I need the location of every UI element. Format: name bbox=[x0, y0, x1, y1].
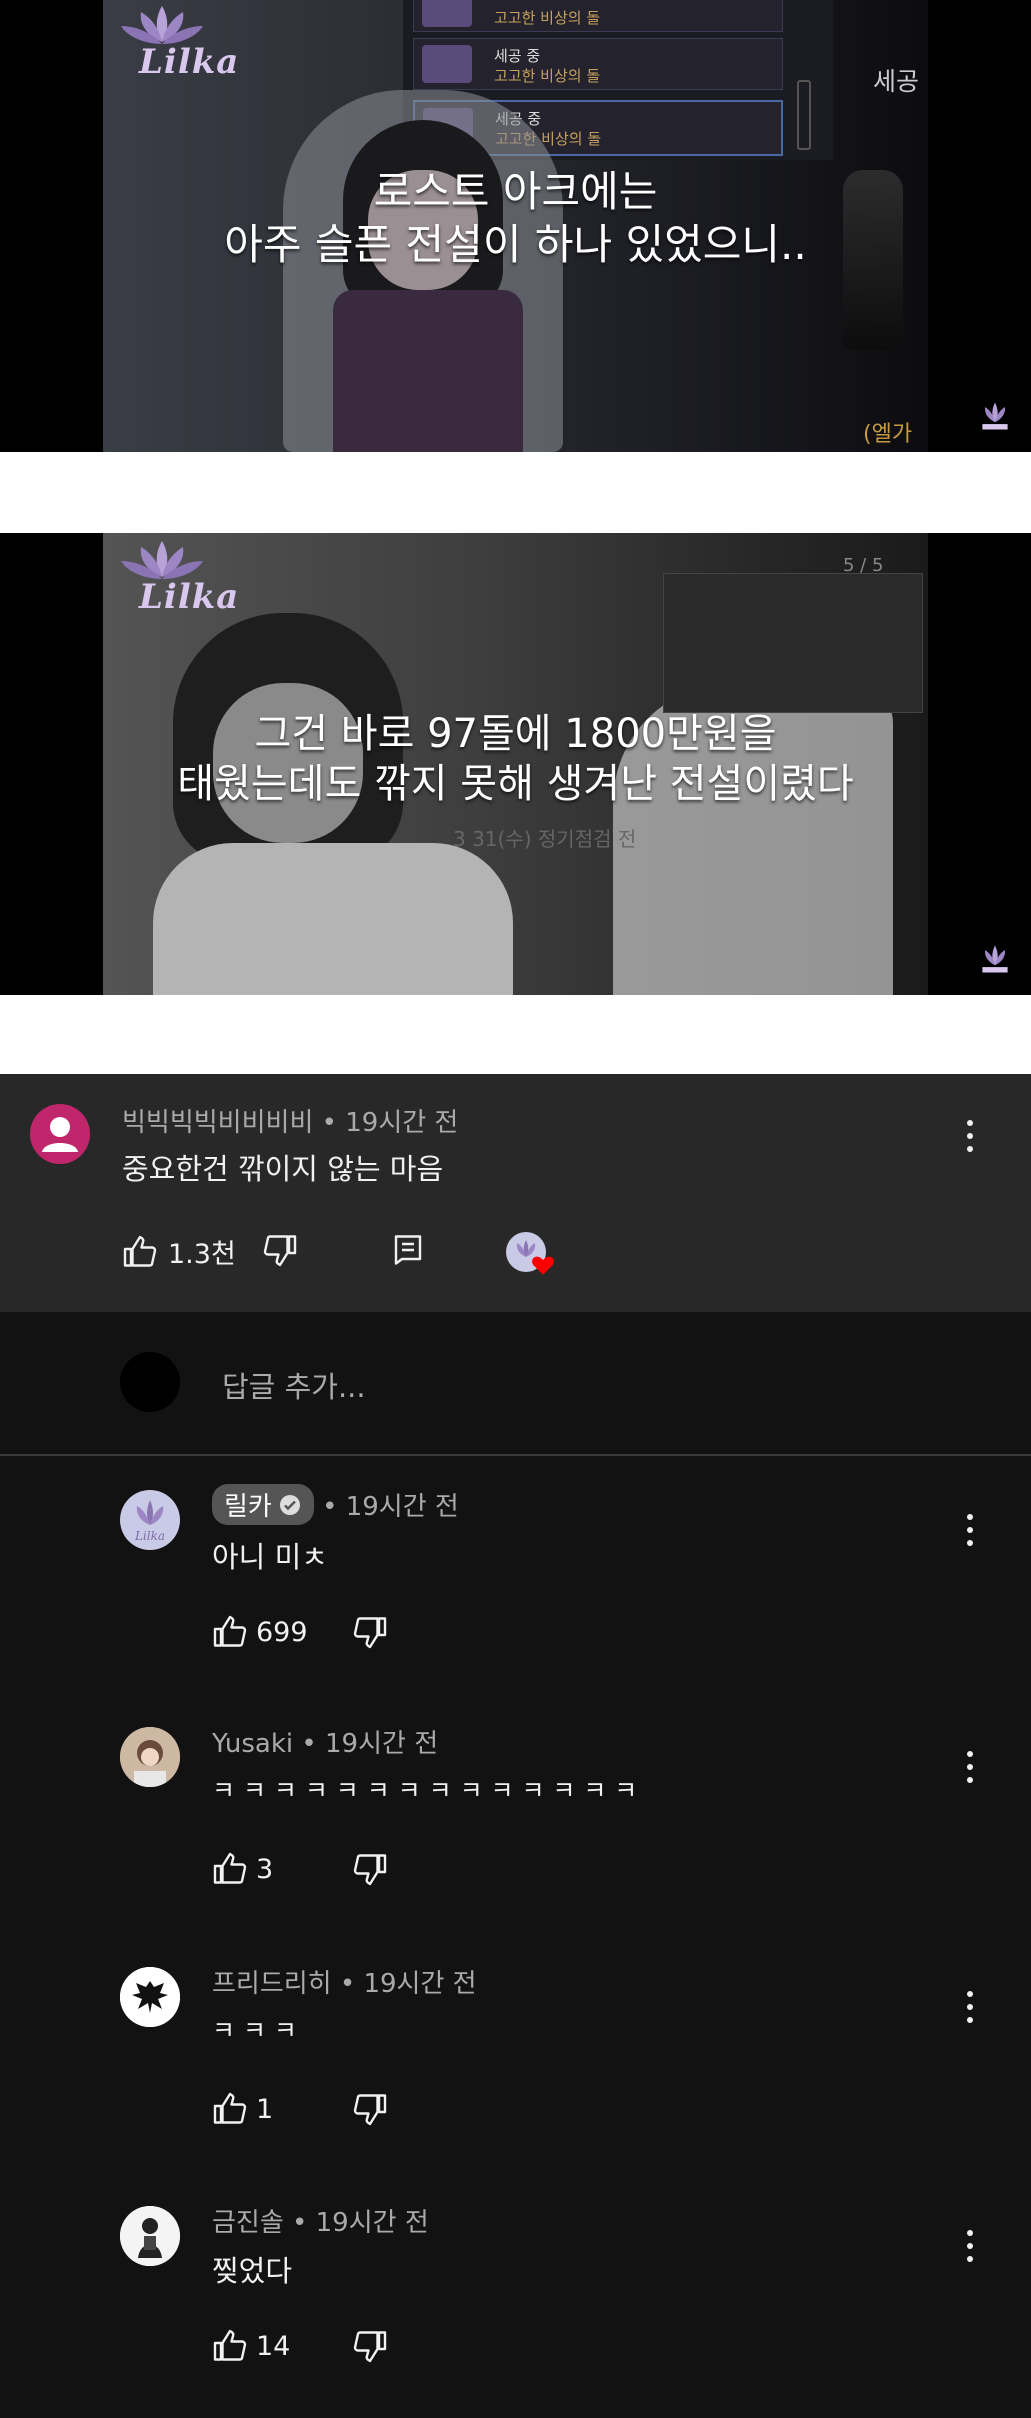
watermark-lotus-icon bbox=[982, 402, 1008, 430]
comment-time: • 19시간 전 bbox=[301, 1729, 439, 1759]
video-frame-2: 5 / 5 3 31(수) 정기점검 전 Lilka 그건 바로 97돌에 18… bbox=[0, 533, 1031, 995]
like-button[interactable]: 699 bbox=[212, 1614, 308, 1650]
like-count: 3 bbox=[256, 1853, 274, 1885]
eagle-emblem-icon bbox=[120, 1967, 180, 2027]
top-comment: 빅빅빅빅비비비비 • 19시간 전 중요한건 깎이지 않는 마음 1.3천 bbox=[0, 1074, 1031, 1312]
corner-caption: (엘가시 bbox=[863, 422, 913, 447]
more-icon[interactable] bbox=[966, 2230, 974, 2269]
like-icon bbox=[213, 2329, 247, 2361]
comment-text: 찢었다 bbox=[212, 2254, 293, 2288]
video-scene-2: 5 / 5 3 31(수) 정기점검 전 Lilka 그건 바로 97돌에 18… bbox=[103, 533, 928, 995]
reply-item: Lilka 릴카 • 19시간 전 아니 미ㅊ 699 bbox=[0, 1474, 1031, 1704]
more-icon[interactable] bbox=[966, 1751, 974, 1790]
reply-item: Yusaki • 19시간 전 ㅋ ㅋ ㅋ ㅋ ㅋ ㅋ ㅋ ㅋ ㅋ ㅋ ㅋ ㅋ … bbox=[0, 1719, 1031, 1949]
like-icon bbox=[213, 2092, 247, 2124]
like-icon bbox=[123, 1235, 157, 1267]
like-count: 1 bbox=[256, 2093, 274, 2125]
subtitle-line-2: 아주 슬픈 전설이 하나 있었으니.. bbox=[224, 219, 807, 269]
user-photo-icon bbox=[120, 2206, 180, 2266]
like-button[interactable]: 1.3천 bbox=[122, 1232, 236, 1271]
reply-input-row: 답글 추가... bbox=[0, 1312, 1031, 1456]
avatar[interactable] bbox=[120, 1967, 180, 2027]
svg-text:Lilka: Lilka bbox=[134, 1529, 165, 1543]
comment-author[interactable]: 금진솔 bbox=[212, 2208, 284, 2238]
dislike-button[interactable] bbox=[352, 2091, 388, 2127]
comment-author[interactable]: 빅빅빅빅비비비비 bbox=[122, 1108, 313, 1138]
reply-item: 금진솔 • 19시간 전 찢었다 14 bbox=[0, 2198, 1031, 2418]
like-count: 1.3천 bbox=[168, 1239, 236, 1270]
like-button[interactable]: 14 bbox=[212, 2328, 290, 2364]
reply-icon bbox=[394, 1235, 422, 1265]
lotus-icon: Lilka bbox=[134, 1500, 165, 1543]
channel-logo: Lilka bbox=[117, 537, 238, 617]
user-photo-icon bbox=[120, 1727, 180, 1787]
dislike-icon bbox=[353, 1854, 387, 1886]
like-button[interactable]: 3 bbox=[212, 1851, 273, 1887]
comment-author: 릴카 bbox=[224, 1492, 272, 1522]
subtitle-line-2: 태웠는데도 깎지 못해 생겨난 전설이렸다 bbox=[177, 761, 854, 807]
subtitle: 그건 바로 97돌에 1800만원을 태웠는데도 깎지 못해 생겨난 전설이렸다 bbox=[103, 709, 928, 809]
reply-item: 프리드리히 • 19시간 전 ㅋ ㅋ ㅋ 1 bbox=[0, 1959, 1031, 2189]
like-count: 699 bbox=[256, 1616, 308, 1648]
creator-badge[interactable]: 릴카 bbox=[212, 1484, 314, 1525]
dislike-button[interactable] bbox=[352, 1614, 388, 1650]
reply-input[interactable]: 답글 추가... bbox=[222, 1364, 366, 1406]
like-button[interactable]: 1 bbox=[212, 2091, 273, 2127]
comment-text: ㅋ ㅋ ㅋ ㅋ ㅋ ㅋ ㅋ ㅋ ㅋ ㅋ ㅋ ㅋ ㅋ ㅋ bbox=[212, 1776, 638, 1805]
comments-section: 빅빅빅빅비비비비 • 19시간 전 중요한건 깎이지 않는 마음 1.3천 답글… bbox=[0, 1074, 1031, 2418]
watermark-lotus-icon bbox=[982, 945, 1008, 973]
subtitle-line-1: 로스트 아크에는 bbox=[373, 167, 658, 216]
video-scene-1: 고고한 비상의 돌 세공 중 고고한 비상의 돌 세공 중 고고한 비상의 돌 … bbox=[103, 0, 928, 452]
streamer-figure bbox=[273, 90, 583, 452]
avatar[interactable] bbox=[120, 2206, 180, 2266]
comment-author-line: Yusaki • 19시간 전 bbox=[212, 1723, 438, 1760]
avatar[interactable] bbox=[30, 1104, 90, 1164]
dislike-icon bbox=[353, 2094, 387, 2126]
comment-author-line: 금진솔 • 19시간 전 bbox=[212, 2202, 429, 2239]
dislike-icon bbox=[263, 1235, 297, 1267]
game-item-row: 세공 중 고고한 비상의 돌 bbox=[413, 38, 783, 90]
reply-button[interactable] bbox=[390, 1232, 426, 1268]
comment-text: ㅋ ㅋ ㅋ bbox=[212, 2016, 297, 2045]
more-icon[interactable] bbox=[966, 1514, 974, 1553]
subtitle: 로스트 아크에는 아주 슬픈 전설이 하나 있었으니.. bbox=[103, 166, 928, 271]
comment-author-line: 릴카 • 19시간 전 bbox=[212, 1484, 459, 1525]
heart-icon bbox=[532, 1256, 554, 1275]
comment-author[interactable]: 프리드리히 bbox=[212, 1969, 332, 1999]
like-icon bbox=[213, 1852, 247, 1884]
more-icon[interactable] bbox=[966, 1991, 974, 2030]
avatar[interactable] bbox=[120, 1727, 180, 1787]
comment-time: • 19시간 전 bbox=[339, 1969, 477, 1999]
counter-text: 5 / 5 bbox=[843, 555, 884, 576]
video-frame-1: 고고한 비상의 돌 세공 중 고고한 비상의 돌 세공 중 고고한 비상의 돌 … bbox=[0, 0, 1031, 452]
subtitle-line-1: 그건 바로 97돌에 1800만원을 bbox=[254, 711, 777, 757]
comment-time: • 19시간 전 bbox=[322, 1492, 459, 1522]
my-avatar bbox=[120, 1352, 180, 1412]
like-count: 14 bbox=[256, 2330, 291, 2362]
channel-logo: Lilka bbox=[117, 2, 238, 82]
dislike-button[interactable] bbox=[352, 2328, 388, 2364]
person-icon bbox=[42, 1117, 78, 1152]
game-item-row: 고고한 비상의 돌 bbox=[413, 0, 783, 32]
comment-author[interactable]: Yusaki bbox=[212, 1729, 293, 1759]
game-side-label: 세공 bbox=[873, 67, 920, 96]
avatar[interactable]: Lilka bbox=[120, 1490, 180, 1550]
verified-check-icon bbox=[279, 1494, 300, 1515]
comment-author-line: 프리드리히 • 19시간 전 bbox=[212, 1963, 477, 2000]
like-icon bbox=[213, 1615, 247, 1647]
dislike-icon bbox=[353, 2331, 387, 2363]
more-icon[interactable] bbox=[966, 1120, 974, 1159]
creator-heart bbox=[506, 1232, 554, 1276]
dislike-button[interactable] bbox=[262, 1232, 298, 1268]
comment-text: 중요한건 깎이지 않는 마음 bbox=[122, 1152, 444, 1186]
monitor-shape bbox=[663, 573, 923, 713]
comment-time: • 19시간 전 bbox=[292, 2208, 429, 2238]
dislike-icon bbox=[353, 1617, 387, 1649]
dislike-button[interactable] bbox=[352, 1851, 388, 1887]
comment-text: 아니 미ㅊ bbox=[212, 1540, 328, 1574]
comment-author-line: 빅빅빅빅비비비비 • 19시간 전 bbox=[122, 1102, 458, 1139]
comment-time: • 19시간 전 bbox=[321, 1108, 459, 1138]
